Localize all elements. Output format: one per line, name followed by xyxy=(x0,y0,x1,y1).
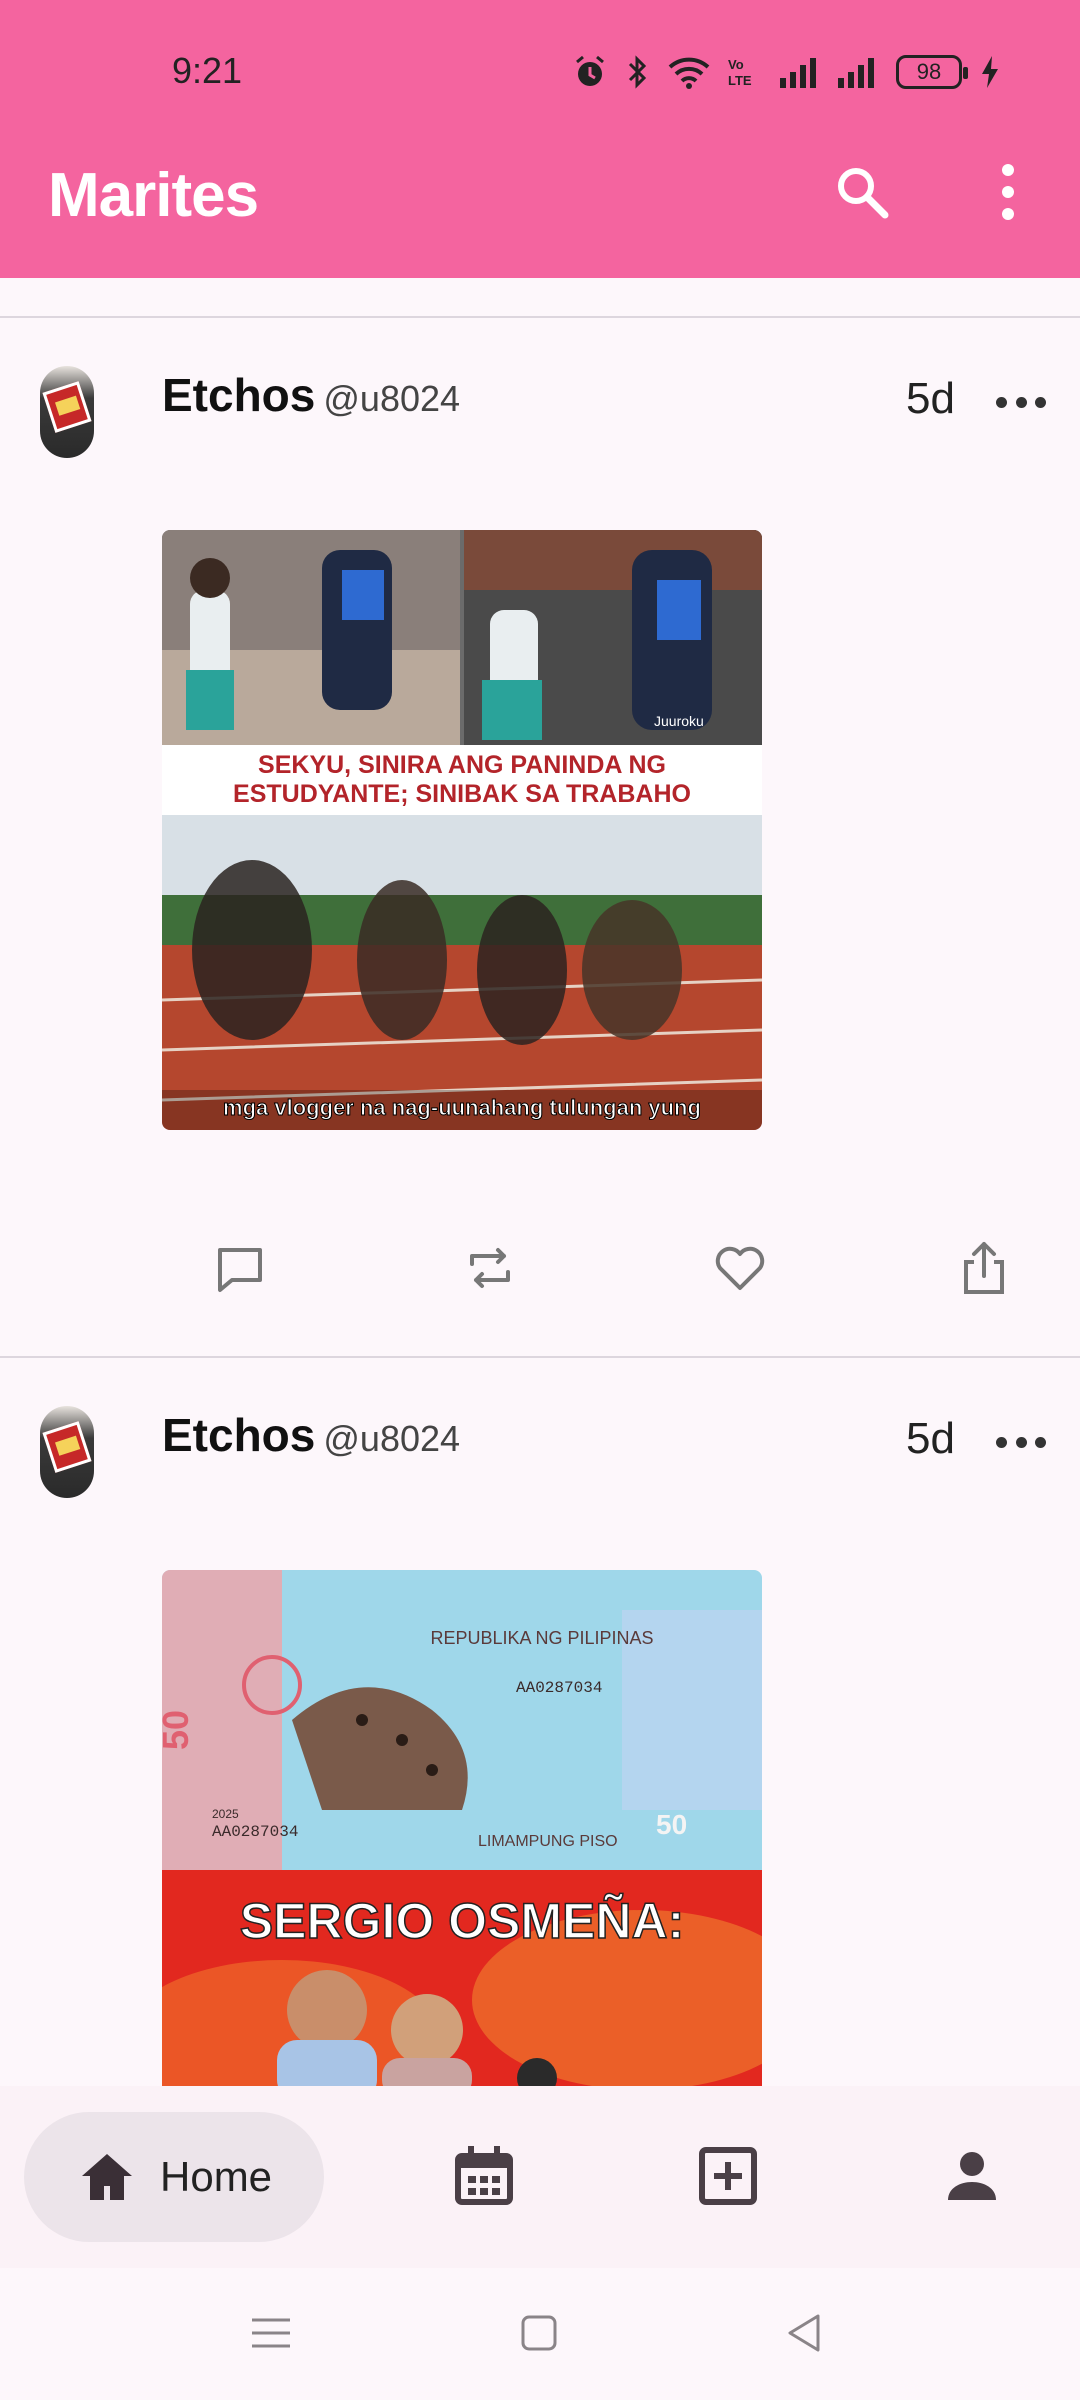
post-author[interactable]: Etchos @u8024 xyxy=(162,1408,460,1462)
post-image[interactable]: 50 REPUBLIKA NG PILIPINAS AA0287034 2025… xyxy=(162,1570,762,2086)
nav-home[interactable]: Home xyxy=(24,2112,324,2242)
svg-text:Vo: Vo xyxy=(728,57,744,72)
meme-image: Juuroku SEKYU, SINIRA ANG PANINDA NG EST… xyxy=(162,530,762,1130)
author-handle: @u8024 xyxy=(323,1418,461,1459)
post-image[interactable]: Juuroku SEKYU, SINIRA ANG PANINDA NG EST… xyxy=(162,530,762,1130)
wifi-icon xyxy=(668,57,710,89)
meme-headline: SERGIO OSMEÑA: xyxy=(240,1893,684,1949)
post-age: 5d xyxy=(906,1414,955,1463)
post-card[interactable]: Etchos @u8024 5d Juuroku SEKYU, SINIRA A… xyxy=(0,318,1080,1354)
alarm-icon xyxy=(576,55,604,86)
status-icons: Vo LTE 98 xyxy=(572,50,1000,94)
banknote-side-value: 50 xyxy=(162,1710,196,1750)
calendar-icon[interactable] xyxy=(452,2144,516,2208)
battery-indicator: 98 xyxy=(896,55,968,89)
home-button-icon[interactable] xyxy=(514,2308,564,2358)
post-author[interactable]: Etchos @u8024 xyxy=(162,368,460,422)
watermark-text: Juuroku xyxy=(654,713,704,729)
avatar[interactable] xyxy=(40,1406,94,1498)
status-time: 9:21 xyxy=(172,50,243,91)
nav-home-label: Home xyxy=(160,2153,273,2200)
bluetooth-icon xyxy=(628,55,647,89)
banknote-header: REPUBLIKA NG PILIPINAS xyxy=(430,1628,653,1648)
bottom-navigation: Home xyxy=(0,2086,1080,2268)
meme-image: 50 REPUBLIKA NG PILIPINAS AA0287034 2025… xyxy=(162,1570,762,2086)
post-age: 5d xyxy=(906,374,955,423)
repost-icon[interactable] xyxy=(460,1238,520,1298)
share-icon[interactable] xyxy=(954,1238,1014,1298)
svg-text:ESTUDYANTE; SINIBAK SA TRABAHO: ESTUDYANTE; SINIBAK SA TRABAHO xyxy=(233,780,691,808)
more-options-icon[interactable] xyxy=(990,160,1026,224)
avatar[interactable] xyxy=(40,366,94,458)
signal-icon-1 xyxy=(780,58,816,88)
post-actions xyxy=(0,1238,1080,1308)
add-box-icon[interactable] xyxy=(696,2144,760,2208)
app-screen: 9:21 VoLTE 98 Marites Etchos@u8024 5d xyxy=(0,0,1080,2400)
svg-text:mga vlogger na nag-uunahang tu: mga vlogger na nag-uunahang tulungan yun… xyxy=(223,1095,701,1120)
status-bar: 9:21 Vo LTE 98 xyxy=(0,0,1080,140)
author-name: Etchos xyxy=(162,369,316,421)
like-icon[interactable] xyxy=(710,1238,770,1298)
comment-icon[interactable] xyxy=(210,1238,270,1298)
battery-level: 98 xyxy=(916,59,942,84)
app-title: Marites xyxy=(48,161,259,230)
back-icon[interactable] xyxy=(780,2308,830,2358)
banknote-year: 2025 xyxy=(212,1807,239,1821)
recent-apps-icon[interactable] xyxy=(246,2308,296,2358)
search-icon[interactable] xyxy=(832,162,892,222)
post-more-icon[interactable] xyxy=(996,392,1046,412)
banknote-serial: AA0287034 xyxy=(516,1679,602,1697)
home-icon xyxy=(82,2154,132,2200)
post-more-icon[interactable] xyxy=(996,1432,1046,1452)
app-bar: Marites xyxy=(0,140,1080,278)
banknote-value: 50 xyxy=(656,1809,687,1840)
charging-icon xyxy=(982,56,998,88)
banknote-serial-left: AA0287034 xyxy=(212,1823,298,1841)
svg-text:LTE: LTE xyxy=(728,73,752,88)
post-card[interactable]: Etchos @u8024 5d 50 REPUBLIKA NG PILIPINA… xyxy=(0,1358,1080,2086)
banknote-denomination: LIMAMPUNG PISO xyxy=(478,1833,618,1850)
person-icon[interactable] xyxy=(940,2144,1004,2208)
top-bar: 9:21 Vo LTE 98 Marites xyxy=(0,0,1080,278)
svg-text:SEKYU, SINIRA ANG PANINDA NG: SEKYU, SINIRA ANG PANINDA NG xyxy=(258,751,666,779)
system-navigation xyxy=(0,2268,1080,2400)
signal-icon-2 xyxy=(838,58,874,88)
volte-icon: VoLTE xyxy=(728,57,752,88)
author-name: Etchos xyxy=(162,1409,316,1461)
author-handle: @u8024 xyxy=(323,378,461,419)
